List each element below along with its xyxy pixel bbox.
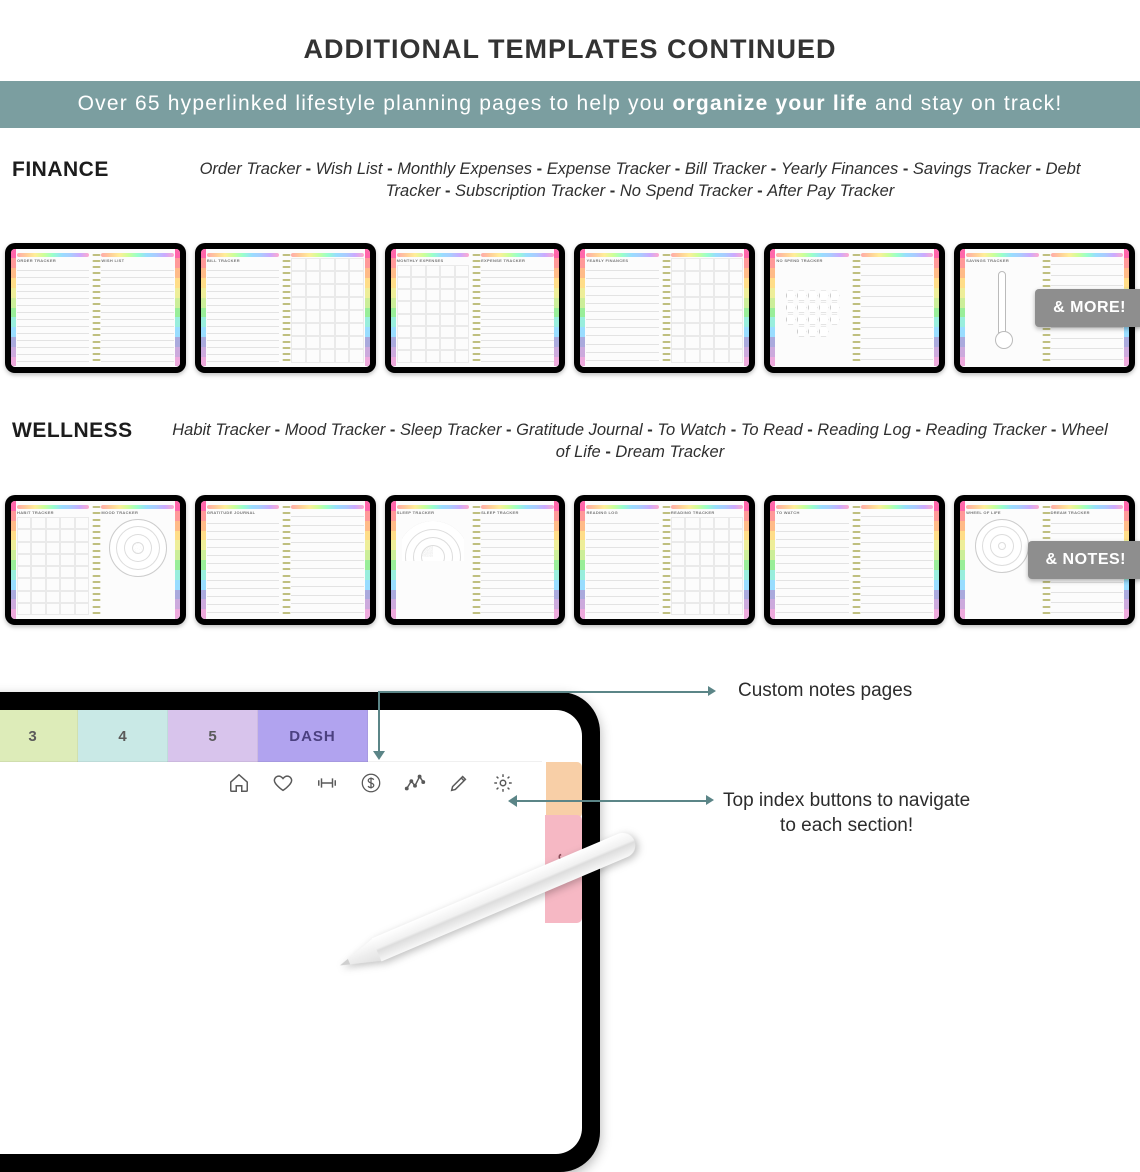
- thumb-page-title: NO SPEND TRACKER: [776, 258, 848, 263]
- section-wellness: WELLNESS Habit Tracker - Mood Tracker - …: [0, 419, 1140, 464]
- template-thumbnail[interactable]: TO WATCH: [764, 495, 945, 625]
- template-thumbnail[interactable]: SLEEP TRACKER SLEEP TRACKER: [385, 495, 566, 625]
- thumb-page-title: SLEEP TRACKER: [397, 510, 469, 515]
- arrow-notes-source: [708, 686, 716, 696]
- thumb-page-title: DREAM TRACKER: [1051, 510, 1123, 515]
- growth-icon[interactable]: [404, 772, 426, 799]
- template-name: Subscription Tracker: [455, 182, 605, 200]
- thumb-page-title: SAVINGS TRACKER: [966, 258, 1038, 263]
- arrow-notes-head: [373, 751, 385, 760]
- template-thumbnail[interactable]: HABIT TRACKER MOOD TRACKER: [5, 495, 186, 625]
- pencil-icon[interactable]: [448, 772, 470, 799]
- thumb-page-title: READING LOG: [586, 510, 658, 515]
- template-thumbnail[interactable]: READING LOG READING TRACKER: [574, 495, 755, 625]
- thumb-page-title: TO WATCH: [776, 510, 848, 515]
- arrow-nav-head: [508, 795, 517, 807]
- finance-thumbs: ORDER TRACKER WISH LIST BILL TRACKER MONTHL…: [0, 243, 1140, 373]
- template-name: No Spend Tracker: [620, 182, 753, 200]
- arrow-nav-source: [706, 795, 714, 805]
- thumb-page-title: YEARLY FINANCES: [586, 258, 658, 263]
- finance-badge: & MORE!: [1035, 289, 1140, 327]
- ipad-frame: 1 2 3 4 5 DASH JAN: [0, 692, 600, 1172]
- banner: Over 65 hyperlinked lifestyle planning p…: [0, 81, 1140, 128]
- template-name: Dream Tracker: [615, 443, 724, 461]
- thumb-page-title: HABIT TRACKER: [17, 510, 89, 515]
- ipad-tab-bar: 1 2 3 4 5 DASH: [0, 710, 582, 762]
- template-thumbnail[interactable]: NO SPEND TRACKER: [764, 243, 945, 373]
- template-thumbnail[interactable]: YEARLY FINANCES: [574, 243, 755, 373]
- arrow-notes-vertical: [378, 691, 380, 753]
- template-name: Bill Tracker: [685, 160, 766, 178]
- thumb-page-title: MONTHLY EXPENSES: [397, 258, 469, 263]
- banner-post: and stay on track!: [868, 92, 1062, 115]
- thumb-page-title: BILL TRACKER: [207, 258, 279, 263]
- ipad-page: [0, 762, 542, 1154]
- wellness-desc: Habit Tracker - Mood Tracker - Sleep Tra…: [152, 419, 1128, 464]
- template-name: Wish List: [316, 160, 383, 178]
- home-icon[interactable]: [228, 772, 250, 799]
- thumb-page-title: SLEEP TRACKER: [481, 510, 553, 515]
- finance-label: FINANCE: [12, 158, 152, 182]
- ipad-tab-3[interactable]: 3: [0, 710, 78, 762]
- dollar-icon[interactable]: [360, 772, 382, 799]
- template-name: Monthly Expenses: [397, 160, 532, 178]
- template-name: Expense Tracker: [547, 160, 671, 178]
- callout-custom-notes: Custom notes pages: [738, 680, 912, 702]
- thumb-page-title: ORDER TRACKER: [17, 258, 89, 263]
- callout-top-index: Top index buttons to navigate to each se…: [723, 789, 970, 838]
- wellness-badge: & NOTES!: [1028, 541, 1140, 579]
- heart-icon[interactable]: [272, 772, 294, 799]
- dumbbell-icon[interactable]: [316, 772, 338, 799]
- template-thumbnail[interactable]: MONTHLY EXPENSES EXPENSE TRACKER: [385, 243, 566, 373]
- template-name: Reading Log: [817, 421, 911, 439]
- template-name: To Watch: [657, 421, 726, 439]
- section-finance: FINANCE Order Tracker - Wish List - Mont…: [0, 158, 1140, 203]
- template-thumbnail[interactable]: GRATITUDE JOURNAL: [195, 495, 376, 625]
- banner-bold: organize your life: [673, 92, 868, 115]
- finance-desc: Order Tracker - Wish List - Monthly Expe…: [152, 158, 1128, 203]
- thumb-page-title: READING TRACKER: [671, 510, 743, 515]
- template-name: Reading Tracker: [926, 421, 1047, 439]
- side-tab-orange[interactable]: [546, 762, 582, 818]
- template-thumbnail[interactable]: BILL TRACKER: [195, 243, 376, 373]
- template-name: After Pay Tracker: [767, 182, 894, 200]
- thumb-page-title: GRATITUDE JOURNAL: [207, 510, 279, 515]
- template-name: Mood Tracker: [285, 421, 386, 439]
- arrow-notes-horizontal: [380, 691, 710, 693]
- template-name: Savings Tracker: [913, 160, 1031, 178]
- template-name: Order Tracker: [200, 160, 301, 178]
- thumb-page-title: WHEEL OF LIFE: [966, 510, 1038, 515]
- ipad-screen: 1 2 3 4 5 DASH JAN: [0, 710, 582, 1154]
- template-name: To Read: [741, 421, 803, 439]
- template-name: Habit Tracker: [172, 421, 270, 439]
- icon-row: [228, 772, 514, 799]
- banner-pre: Over 65 hyperlinked lifestyle planning p…: [78, 92, 673, 115]
- template-name: Yearly Finances: [781, 160, 898, 178]
- ipad-tab-5[interactable]: 5: [168, 710, 258, 762]
- arrow-nav-horizontal: [516, 800, 708, 802]
- page-title: ADDITIONAL TEMPLATES CONTINUED: [0, 0, 1140, 65]
- ipad-tab-4[interactable]: 4: [78, 710, 168, 762]
- thumb-page-title: EXPENSE TRACKER: [481, 258, 553, 263]
- ipad-tab-dash[interactable]: DASH: [258, 710, 368, 762]
- callout-nav-line2: to each section!: [780, 815, 913, 836]
- wellness-label: WELLNESS: [12, 419, 152, 443]
- thumb-page-title: MOOD TRACKER: [101, 510, 173, 515]
- template-thumbnail[interactable]: ORDER TRACKER WISH LIST: [5, 243, 186, 373]
- wellness-thumbs: HABIT TRACKER MOOD TRACKER GRATITUDE JOURN…: [0, 495, 1140, 625]
- template-name: Gratitude Journal: [516, 421, 643, 439]
- callout-nav-line1: Top index buttons to navigate: [723, 790, 970, 811]
- template-name: Sleep Tracker: [400, 421, 501, 439]
- thumb-page-title: WISH LIST: [101, 258, 173, 263]
